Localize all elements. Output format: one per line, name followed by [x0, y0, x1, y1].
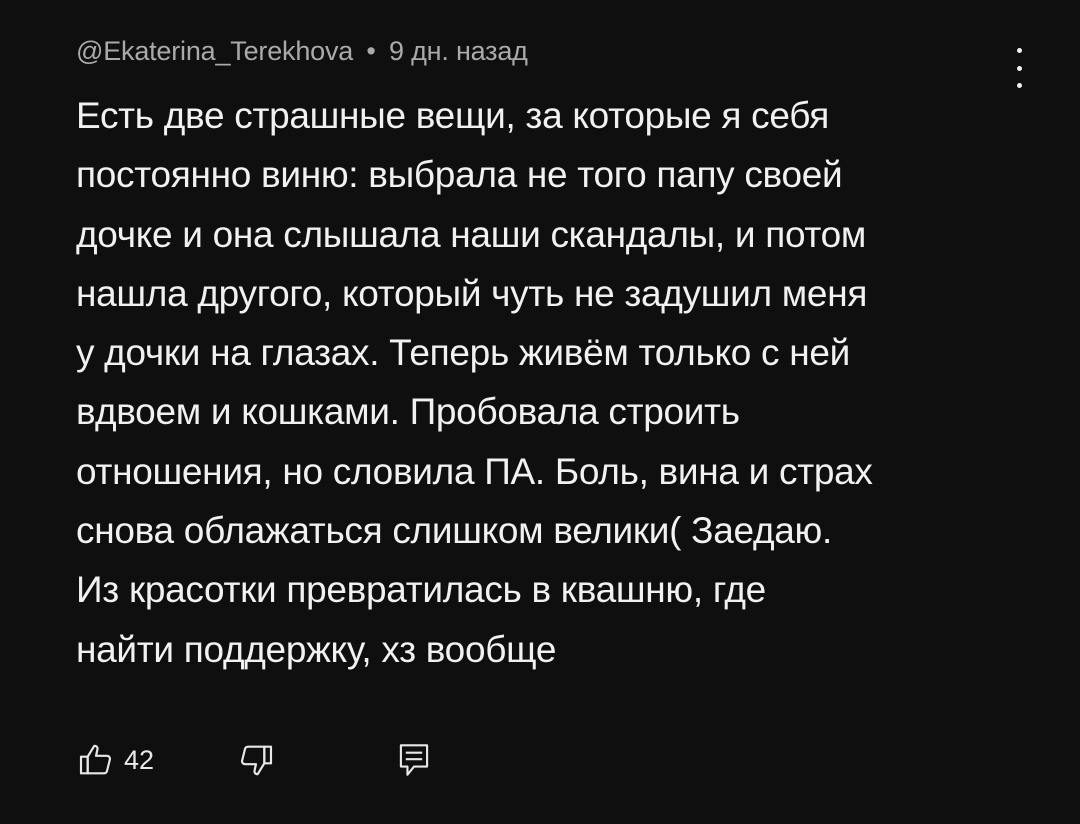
meta-separator: •	[366, 36, 376, 66]
comment-timestamp[interactable]: 9 дн. назад	[389, 36, 528, 66]
reply-button[interactable]	[396, 738, 432, 782]
thumbs-up-icon	[79, 744, 112, 775]
comment-text: Есть две страшные вещи, за которые я себ…	[76, 95, 873, 670]
like-count: 42	[124, 744, 155, 775]
more-options-button[interactable]	[1006, 48, 1032, 88]
comment-actions: 42	[76, 738, 476, 782]
more-vertical-icon	[1016, 48, 1022, 53]
more-vertical-icon-dot	[1016, 65, 1022, 71]
reply-comment-icon	[399, 744, 429, 776]
dislike-button[interactable]	[236, 738, 276, 782]
comment: @Ekaterina_Terekhova • 9 дн. назад Есть …	[76, 0, 1036, 824]
comment-header: @Ekaterina_Terekhova • 9 дн. назад	[76, 36, 528, 67]
thumbs-down-icon	[240, 745, 273, 776]
more-vertical-icon-dot	[1016, 83, 1022, 88]
like-button[interactable]: 42	[76, 738, 154, 782]
author-handle[interactable]: @Ekaterina_Terekhova	[76, 36, 353, 66]
